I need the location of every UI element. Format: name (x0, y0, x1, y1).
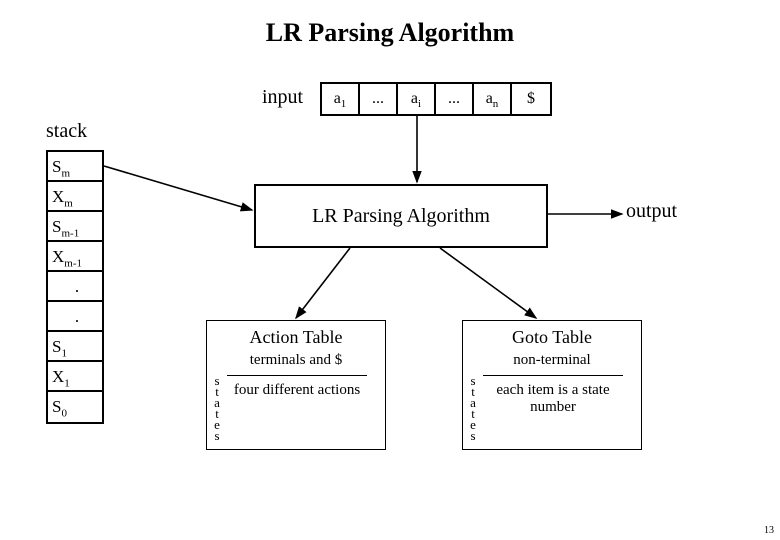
stack-cell: Xm (48, 182, 102, 212)
stack: Sm Xm Sm-1 Xm-1 . . S1 X1 S0 (46, 150, 104, 424)
connector-lines (0, 0, 780, 540)
page-number: 13 (764, 525, 774, 536)
input-tape: a1 ... ai ... an $ (320, 82, 552, 116)
stack-cell: X1 (48, 362, 102, 392)
stack-cell: Sm (48, 152, 102, 182)
stack-cell: S1 (48, 332, 102, 362)
page-title: LR Parsing Algorithm (0, 18, 780, 48)
input-cell: an (474, 84, 512, 114)
output-label: output (626, 200, 677, 223)
goto-table-title: Goto Table (463, 327, 641, 348)
algorithm-box: LR Parsing Algorithm (254, 184, 548, 248)
stack-cell: . (48, 302, 102, 332)
stack-cell: Sm-1 (48, 212, 102, 242)
action-table: Action Table terminals and $ states four… (206, 320, 386, 450)
action-table-title: Action Table (207, 327, 385, 348)
input-cell: ... (436, 84, 474, 114)
input-label: input (262, 86, 303, 109)
goto-table-rowlabel: states (463, 375, 477, 441)
input-cell: ai (398, 84, 436, 114)
action-table-rowlabel: states (207, 375, 221, 441)
input-cell: a1 (322, 84, 360, 114)
input-cell: ... (360, 84, 398, 114)
goto-table: Goto Table non-terminal states each item… (462, 320, 642, 450)
stack-label: stack (46, 120, 87, 143)
action-table-desc: four different actions (227, 375, 367, 441)
input-cell: $ (512, 84, 550, 114)
action-table-subtitle: terminals and $ (207, 352, 385, 369)
stack-cell: . (48, 272, 102, 302)
goto-table-desc: each item is a state number (483, 375, 623, 441)
goto-table-subtitle: non-terminal (463, 352, 641, 369)
stack-cell: S0 (48, 392, 102, 422)
stack-cell: Xm-1 (48, 242, 102, 272)
